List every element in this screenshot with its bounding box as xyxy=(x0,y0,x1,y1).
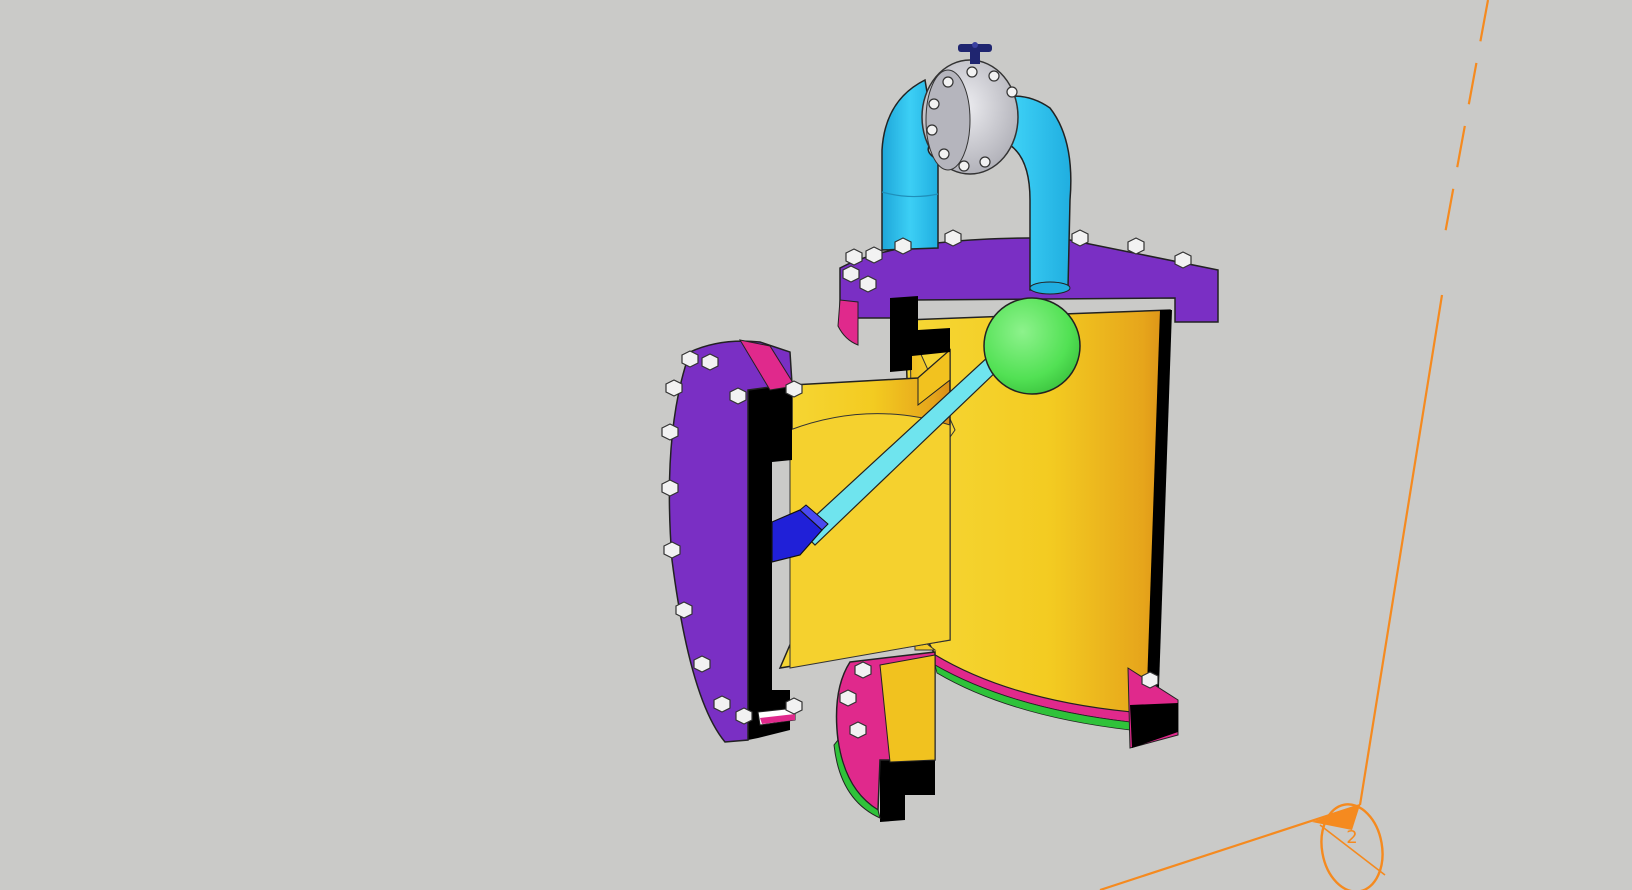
model-viewport[interactable]: 2 xyxy=(0,0,1632,890)
model-canvas[interactable]: 2 xyxy=(0,0,1632,890)
float-ball[interactable] xyxy=(983,297,1081,395)
section-plane-label: 2 xyxy=(1346,827,1357,848)
section-plane-icon[interactable]: 2 xyxy=(1312,799,1389,890)
